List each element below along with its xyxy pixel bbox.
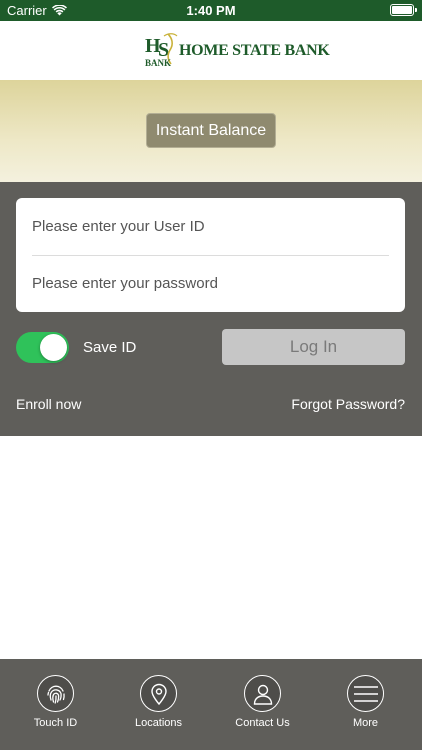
person-icon [244,675,281,712]
enroll-now-link[interactable]: Enroll now [16,396,81,412]
battery-icon [390,4,417,16]
tab-more[interactable]: More [313,659,418,750]
tab-label: More [352,717,379,729]
tab-contact-us[interactable]: Contact Us [210,659,315,750]
bank-logo: H S BANK HOME STATE BANK [144,30,330,70]
bottom-tab-bar: Touch ID Locations Contact Us More [0,659,422,750]
field-divider [32,255,389,256]
app-header: H S BANK HOME STATE BANK [0,21,422,80]
location-pin-icon [140,675,177,712]
bank-name: HOME STATE BANK [179,42,330,59]
login-form-card: Please enter your User ID Please enter y… [16,198,405,312]
forgot-password-link[interactable]: Forgot Password? [291,396,405,412]
tab-label: Contact Us [235,717,290,729]
tab-label: Touch ID [33,717,78,729]
hsb-logo-mark-icon: H S BANK [145,33,178,68]
login-panel: Please enter your User ID Please enter y… [0,182,422,436]
save-id-label: Save ID [83,339,137,356]
password-input[interactable]: Please enter your password [32,263,389,303]
login-button[interactable]: Log In [222,329,405,365]
status-bar: Carrier 1:40 PM [0,0,422,21]
tab-label: Locations [134,717,183,729]
svg-text:BANK: BANK [145,58,171,68]
tab-touch-id[interactable]: Touch ID [3,659,108,750]
instant-balance-button[interactable]: Instant Balance [146,113,276,148]
toggle-knob [40,334,67,361]
save-id-toggle[interactable] [16,332,69,363]
status-time: 1:40 PM [186,3,236,18]
fingerprint-icon [37,675,74,712]
instant-balance-band: Instant Balance [0,80,422,182]
tab-locations[interactable]: Locations [106,659,211,750]
user-id-input[interactable]: Please enter your User ID [32,206,389,246]
hamburger-menu-icon [347,675,384,712]
